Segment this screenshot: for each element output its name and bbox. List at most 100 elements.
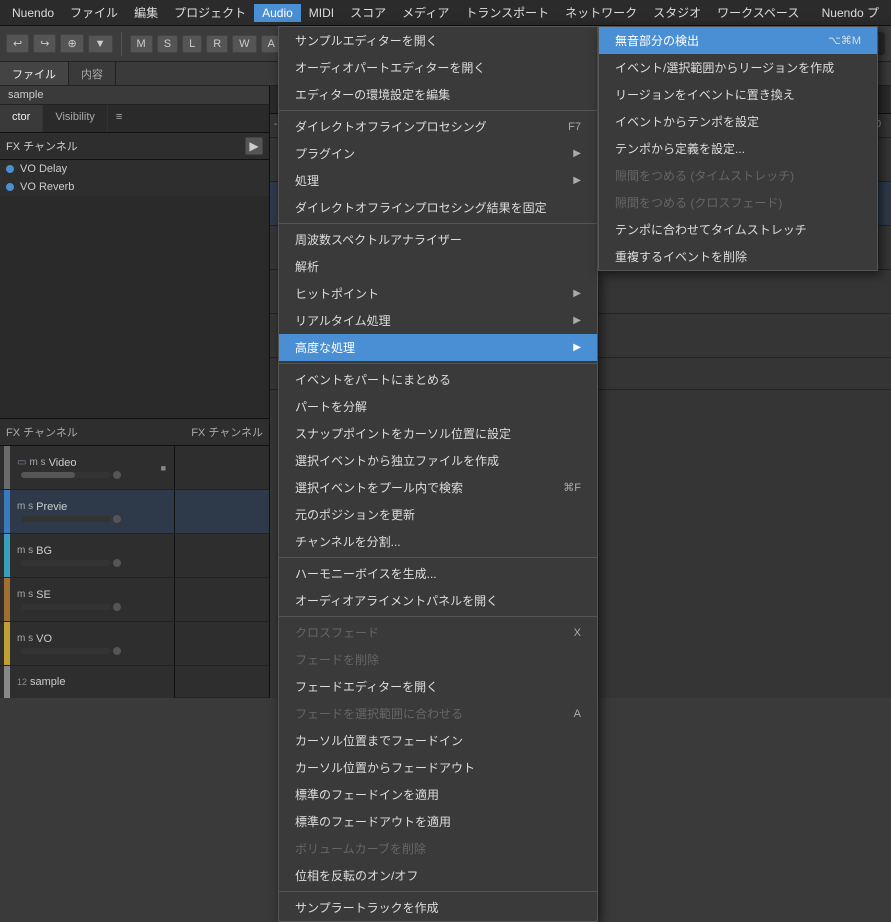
- menu-fade-out-cursor[interactable]: カーソル位置からフェードアウト: [279, 754, 597, 781]
- menubar-score[interactable]: スコア: [342, 2, 394, 23]
- fx-dot-vo-delay: [6, 165, 14, 173]
- audio-menu: サンプルエディターを開く オーディオパートエディターを開く エディターの環境設定…: [278, 26, 598, 922]
- menu-advanced[interactable]: 高度な処理 ▶: [279, 334, 597, 361]
- shortcut-detect: ⌥⌘M: [828, 34, 861, 47]
- tool2[interactable]: ▼: [88, 35, 113, 53]
- menu-realtime[interactable]: リアルタイム処理 ▶: [279, 307, 597, 334]
- track-video-icon: ▭: [17, 457, 26, 468]
- track-preview-fader[interactable]: [21, 516, 111, 522]
- track-video-name: Video: [49, 457, 150, 469]
- menubar-file[interactable]: ファイル: [62, 2, 126, 23]
- track-video-colorbar: [4, 446, 10, 489]
- menu-hitpoints[interactable]: ヒットポイント ▶: [279, 280, 597, 307]
- shortcut-f7: F7: [568, 121, 581, 133]
- track-video-col: ■: [161, 463, 166, 473]
- fx-label-vo-reverb: VO Reverb: [20, 181, 74, 193]
- menubar-nuendo[interactable]: Nuendo: [4, 4, 62, 22]
- submenu-region-to-event[interactable]: リージョンをイベントに置き換え: [599, 81, 877, 108]
- menu-split-channel[interactable]: チャンネルを分割...: [279, 528, 597, 555]
- fx-expand-btn[interactable]: ▶: [245, 137, 263, 155]
- track-se-ms: m s: [17, 589, 33, 600]
- menu-audio-part-editor[interactable]: オーディオパートエディターを開く: [279, 54, 597, 81]
- s-btn[interactable]: S: [157, 35, 178, 53]
- tracks-fx-channel-label: FX チャンネル: [191, 424, 263, 440]
- shortcut-a: A: [574, 708, 581, 720]
- menu-flip-phase[interactable]: 位相を反転のオン/オフ: [279, 862, 597, 889]
- menu-original-pos[interactable]: 元のポジションを更新: [279, 501, 597, 528]
- menu-analyze[interactable]: 解析: [279, 253, 597, 280]
- submenu-delete-duplicate[interactable]: 重複するイベントを削除: [599, 243, 877, 270]
- visibility-tab[interactable]: Visibility: [43, 105, 108, 132]
- track-preview-name: Previe: [36, 501, 166, 513]
- submenu-advanced: 無音部分の検出 ⌥⌘M イベント/選択範囲からリージョンを作成 リージョンをイベ…: [598, 26, 878, 271]
- submenu-tempo-define[interactable]: テンポから定義を設定...: [599, 135, 877, 162]
- l-btn[interactable]: L: [182, 35, 202, 53]
- expand-icon[interactable]: ≡: [108, 105, 130, 132]
- track-se-name: SE: [36, 589, 166, 601]
- undo-button[interactable]: ↩: [6, 34, 29, 53]
- tool1[interactable]: ⊕: [60, 34, 83, 53]
- track-se-fader[interactable]: [21, 604, 111, 610]
- submenu-event-tempo[interactable]: イベントからテンポを設定: [599, 108, 877, 135]
- menu-crossfade: クロスフェード X: [279, 619, 597, 646]
- track-bg-fader[interactable]: [21, 560, 111, 566]
- track-vo-fader[interactable]: [21, 648, 111, 654]
- menu-process[interactable]: 処理 ▶: [279, 167, 597, 194]
- menubar-audio[interactable]: Audio: [254, 4, 301, 22]
- menubar-project[interactable]: プロジェクト: [166, 2, 254, 23]
- menu-create-sample-track[interactable]: サンプラートラックを作成: [279, 894, 597, 921]
- track-preview-controls: m s Previe: [0, 490, 175, 533]
- menu-apply-fade-out[interactable]: 標準のフェードアウトを適用: [279, 808, 597, 835]
- track-sample-controls: 12 sample: [0, 666, 175, 698]
- menubar-transport[interactable]: トランスポート: [457, 2, 557, 23]
- menu-direct-offline[interactable]: ダイレクトオフラインプロセシング F7: [279, 113, 597, 140]
- track-video-controls: ▭ m s Video ■: [0, 446, 175, 489]
- content-tab[interactable]: 内容: [69, 62, 116, 85]
- menu-fade-editor[interactable]: フェードエディターを開く: [279, 673, 597, 700]
- menu-apply-fade-in[interactable]: 標準のフェードインを適用: [279, 781, 597, 808]
- track-vo-led: [113, 647, 121, 655]
- submenu-detect-silence[interactable]: 無音部分の検出 ⌥⌘M: [599, 27, 877, 54]
- menu-sep3: [279, 363, 597, 364]
- menu-plugins[interactable]: プラグイン ▶: [279, 140, 597, 167]
- menubar-workspace[interactable]: ワークスペース: [709, 2, 807, 23]
- menu-sep5: [279, 616, 597, 617]
- menubar: Nuendo ファイル 編集 プロジェクト Audio MIDI スコア メディ…: [0, 0, 891, 26]
- menu-snap-cursor[interactable]: スナップポイントをカーソル位置に設定: [279, 420, 597, 447]
- menubar-media[interactable]: メディア: [394, 2, 457, 23]
- menubar-edit[interactable]: 編集: [126, 2, 166, 23]
- menu-alignment[interactable]: オーディオアライメントパネルを開く: [279, 587, 597, 614]
- menu-export-file[interactable]: 選択イベントから独立ファイルを作成: [279, 447, 597, 474]
- track-bg-controls: m s BG: [0, 534, 175, 577]
- menu-harmony[interactable]: ハーモニーボイスを生成...: [279, 560, 597, 587]
- shortcut-cmdf: ⌘F: [563, 481, 581, 494]
- menu-direct-offline-fix[interactable]: ダイレクトオフラインプロセシング結果を固定: [279, 194, 597, 221]
- track-preview-colorbar: [4, 490, 10, 533]
- menu-dissolve[interactable]: パートを分解: [279, 393, 597, 420]
- m-btn[interactable]: M: [130, 35, 153, 53]
- menu-sep4: [279, 557, 597, 558]
- menu-fade-in-cursor[interactable]: カーソル位置までフェードイン: [279, 727, 597, 754]
- menu-fit-fade: フェードを選択範囲に合わせる A: [279, 700, 597, 727]
- inspector-tab[interactable]: ctor: [0, 105, 43, 132]
- fx-item-vo-delay[interactable]: VO Delay: [0, 160, 269, 178]
- submenu-event-to-region[interactable]: イベント/選択範囲からリージョンを作成: [599, 54, 877, 81]
- file-tab[interactable]: ファイル: [0, 62, 69, 85]
- menubar-midi[interactable]: MIDI: [301, 4, 342, 22]
- w-btn[interactable]: W: [232, 35, 256, 53]
- fx-label-vo-delay: VO Delay: [20, 163, 67, 175]
- redo-button[interactable]: ↪: [33, 34, 56, 53]
- menu-spectrum[interactable]: 周波数スペクトルアナライザー: [279, 226, 597, 253]
- menu-editor-prefs[interactable]: エディターの環境設定を編集: [279, 81, 597, 108]
- submenu-timestretch[interactable]: テンポに合わせてタイムストレッチ: [599, 216, 877, 243]
- track-bg-ms: m s: [17, 545, 33, 556]
- menu-to-parts[interactable]: イベントをパートにまとめる: [279, 366, 597, 393]
- fx-item-vo-reverb[interactable]: VO Reverb: [0, 178, 269, 196]
- track-video-fader[interactable]: [21, 472, 111, 478]
- menu-find-pool[interactable]: 選択イベントをプール内で検索 ⌘F: [279, 474, 597, 501]
- track-se-colorbar: [4, 578, 10, 621]
- menu-sample-editor[interactable]: サンプルエディターを開く: [279, 27, 597, 54]
- r-btn[interactable]: R: [206, 35, 228, 53]
- menubar-studio[interactable]: スタジオ: [645, 2, 709, 23]
- menubar-network[interactable]: ネットワーク: [557, 2, 645, 23]
